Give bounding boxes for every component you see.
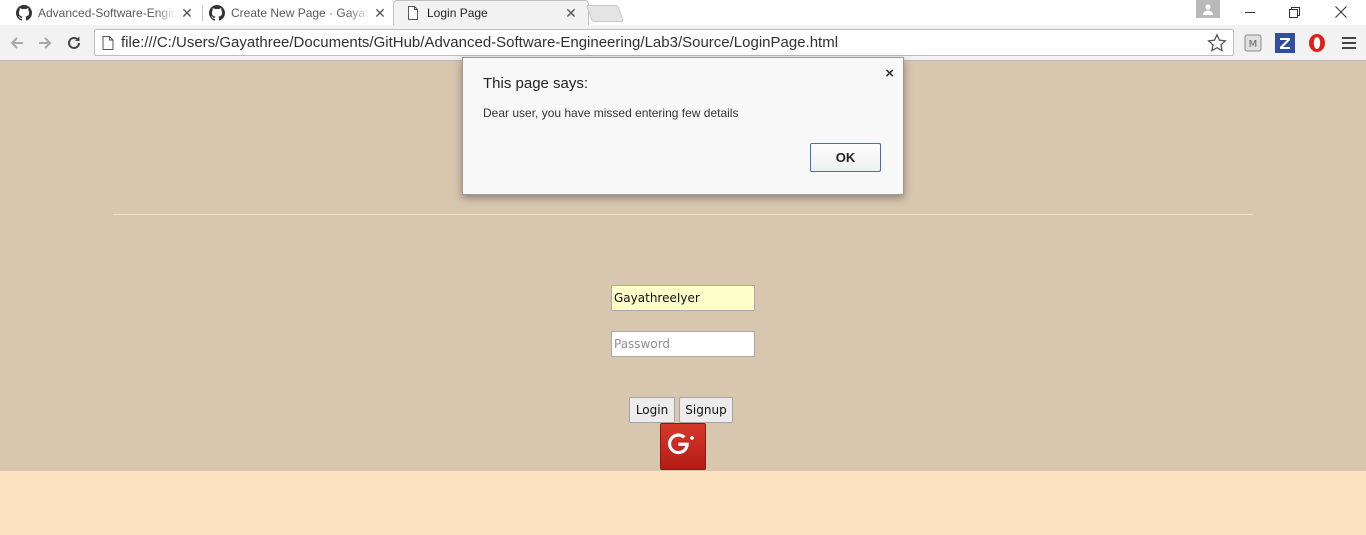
address-bar[interactable]: file:///C:/Users/Gayathree/Documents/Git… [94,29,1234,56]
chrome-menu-button[interactable] [1339,33,1359,53]
tab-title: Create New Page · Gayathree [231,6,369,20]
github-icon [209,5,225,21]
opera-icon [1309,34,1325,52]
tab-advanced-software-engineering[interactable]: Advanced-Software-Engineering ✕ [16,1,194,25]
alert-dialog: This page says: × Dear user, you have mi… [462,57,904,195]
reload-button[interactable] [63,32,85,54]
svg-text:M: M [1249,39,1258,50]
tab-title: Login Page [427,6,488,20]
tab-close-icon[interactable]: ✕ [373,6,387,20]
dialog-message: Dear user, you have missed entering few … [483,106,739,120]
tab-divider [202,5,203,21]
zotero-icon [1275,33,1295,53]
reload-icon [68,36,80,49]
bookmark-star-icon[interactable] [1207,33,1227,53]
close-window-button[interactable] [1318,0,1363,24]
minimize-icon [1244,12,1255,13]
page-icon [408,6,418,20]
dialog-title: This page says: [483,75,589,92]
page-icon [102,36,114,50]
google-plus-signin-button[interactable] [660,423,706,470]
tab-login-page[interactable]: Login Page ✕ [393,0,589,25]
url-text[interactable]: file:///C:/Users/Gayathree/Documents/Git… [121,30,838,55]
password-input[interactable] [611,331,755,357]
zotero-button[interactable] [1275,33,1295,53]
browser-toolbar: file:///C:/Users/Gayathree/Documents/Git… [0,25,1366,61]
minimize-button[interactable] [1227,0,1272,24]
signup-button[interactable]: Signup [679,397,733,423]
user-icon [1203,4,1213,15]
new-tab-button[interactable] [585,5,625,22]
tab-title: Advanced-Software-Engineering [38,6,176,20]
google-plus-icon [668,432,694,454]
profile-button[interactable] [1196,0,1220,18]
tab-close-icon[interactable]: ✕ [564,6,578,20]
login-button[interactable]: Login [629,397,675,423]
divider [113,214,1253,215]
dialog-close-icon[interactable]: × [885,65,894,82]
arrow-right-icon [39,37,52,49]
github-icon [16,5,32,21]
close-icon [1334,6,1347,18]
restore-button[interactable] [1272,0,1317,24]
restore-icon [1289,6,1300,18]
extension-button[interactable]: M [1243,33,1263,53]
opera-button[interactable] [1307,33,1327,53]
extension-icon: M [1244,34,1262,52]
forward-button[interactable] [34,32,56,54]
ok-button[interactable]: OK [810,143,881,172]
arrow-left-icon [10,37,23,49]
hamburger-menu-icon [1342,37,1356,49]
tab-close-icon[interactable]: ✕ [180,6,194,20]
username-input[interactable] [611,285,755,311]
back-button[interactable] [6,32,28,54]
tab-create-new-page[interactable]: Create New Page · Gayathree ✕ [209,1,387,25]
tab-strip: Advanced-Software-Engineering ✕ Create N… [0,0,1366,25]
